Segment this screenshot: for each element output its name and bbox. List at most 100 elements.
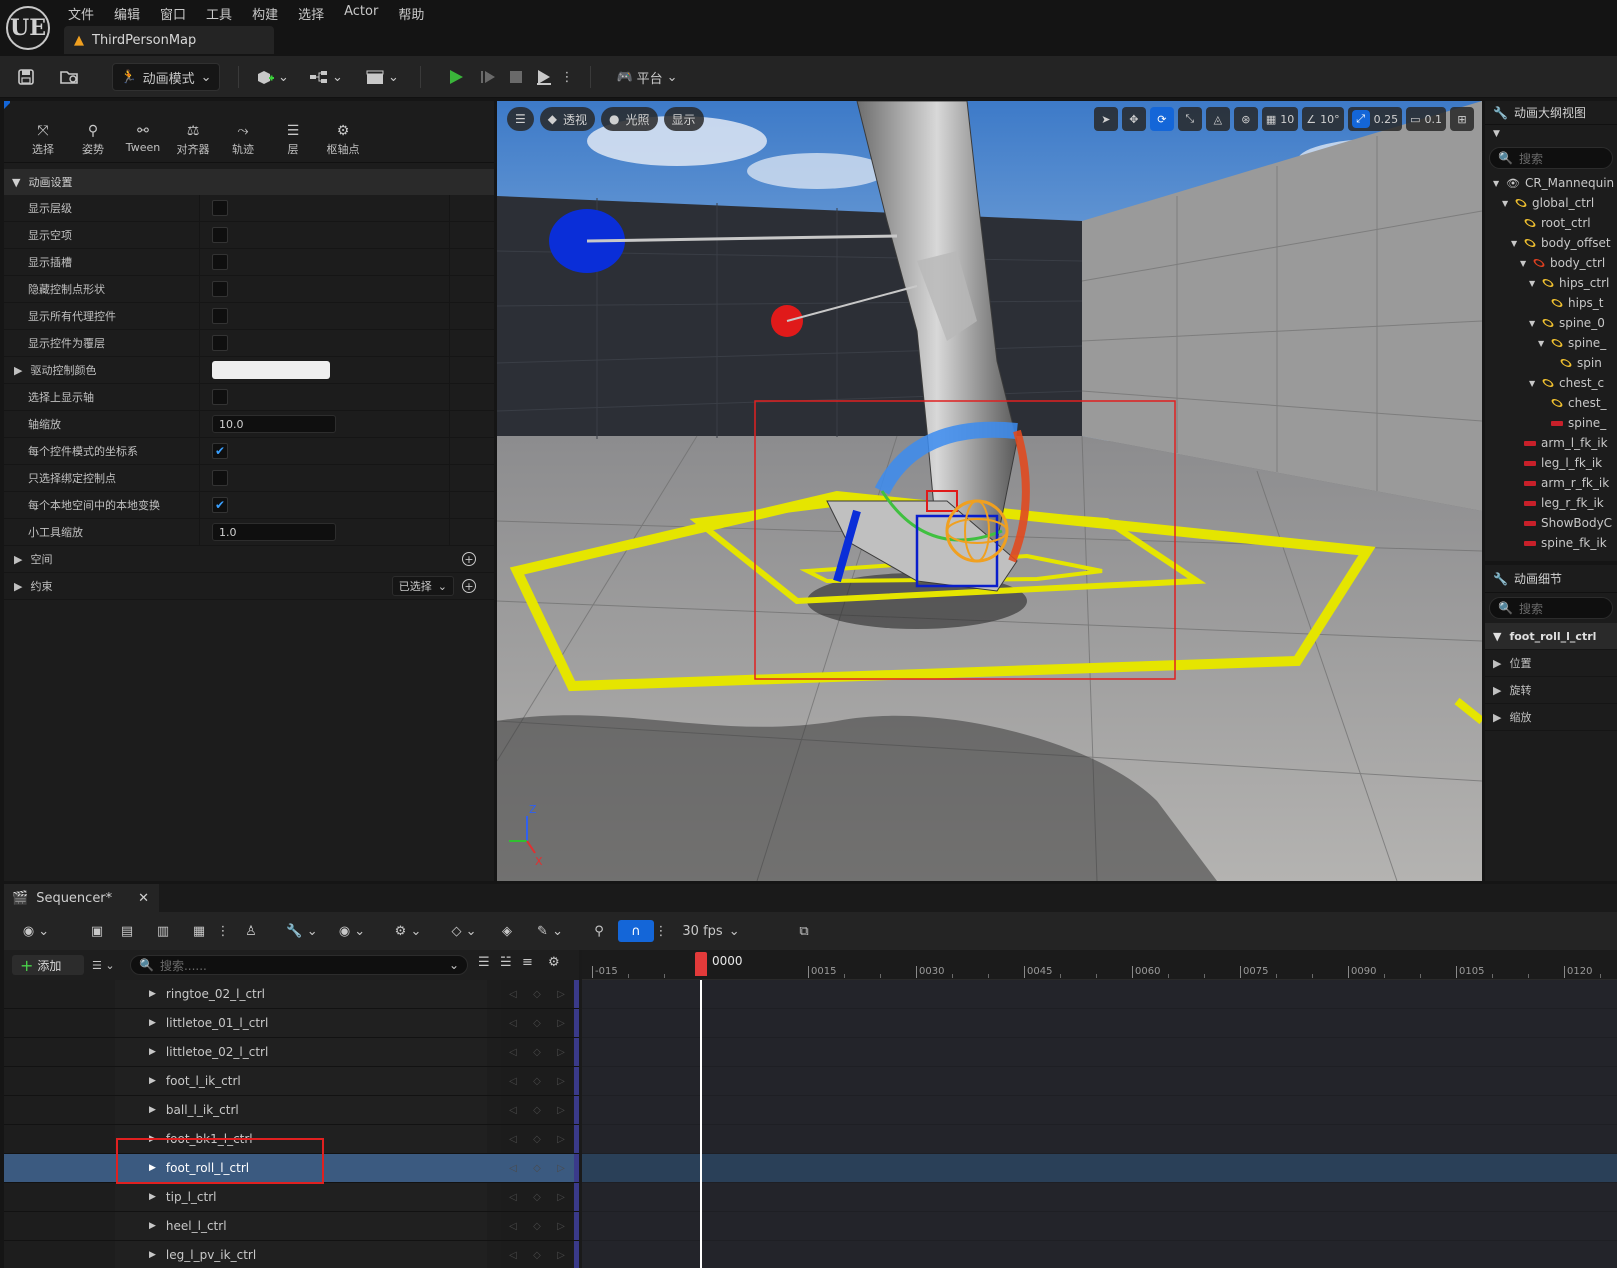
play-icon[interactable] xyxy=(444,63,468,91)
track-row[interactable]: ▶ tip_l_ctrl ◁ ◇ ▷ xyxy=(4,1183,579,1212)
track-search-input[interactable]: 🔍 搜索...... ⌄ xyxy=(130,955,468,975)
checkbox[interactable]: ✔ xyxy=(212,443,228,459)
platform-dropdown[interactable]: 🎮 平台 ⌄ xyxy=(612,63,682,91)
outliner-item[interactable]: ▼ hips_ctrl xyxy=(1485,273,1617,293)
timeline-row[interactable] xyxy=(582,1241,1617,1268)
checkbox[interactable] xyxy=(212,254,228,270)
world-space-icon[interactable]: ⊛ xyxy=(1233,107,1258,131)
browse-icon[interactable]: ▤ xyxy=(116,920,138,942)
next-key-icon[interactable]: ▷ xyxy=(557,1105,565,1116)
playback-dropdown[interactable]: ⚙ ⌄ xyxy=(388,920,428,942)
prev-key-icon[interactable]: ◁ xyxy=(509,989,517,1000)
prev-key-icon[interactable]: ◁ xyxy=(509,1018,517,1029)
blueprint-dropdown[interactable]: ⌄ xyxy=(306,63,346,91)
checkbox[interactable] xyxy=(212,200,228,216)
menu-item[interactable]: 选择 xyxy=(288,2,334,25)
next-key-icon[interactable]: ▷ xyxy=(557,1134,565,1145)
menu-item[interactable]: 窗口 xyxy=(150,2,196,25)
expand-arrow-icon[interactable]: ▶ xyxy=(149,1192,156,1202)
outliner-item[interactable]: spine_ xyxy=(1485,413,1617,433)
translate-icon[interactable]: ✥ xyxy=(1121,107,1146,131)
add-track-button[interactable]: + 添加 xyxy=(12,955,84,975)
add-actor-dropdown[interactable]: ⌄ xyxy=(252,63,292,91)
outliner-item[interactable]: ShowBodyC xyxy=(1485,513,1617,533)
tool-pivot[interactable]: ⚙ 枢轴点 xyxy=(318,123,368,162)
expand-arrow-icon[interactable]: ▶ xyxy=(149,1047,156,1057)
next-key-icon[interactable]: ▷ xyxy=(557,1047,565,1058)
number-field[interactable]: 1.0 xyxy=(212,523,336,541)
outliner-item[interactable]: leg_l_fk_ik xyxy=(1485,453,1617,473)
rotation-snap-button[interactable]: ∠ 10° xyxy=(1302,107,1344,131)
perspective-button[interactable]: ◆ 透视 xyxy=(539,107,596,131)
menu-item[interactable]: 文件 xyxy=(58,2,104,25)
outliner-item[interactable]: spine_fk_ik xyxy=(1485,533,1617,553)
track-row[interactable]: ▶ leg_l_pv_ik_ctrl ◁ ◇ ▷ xyxy=(4,1241,579,1268)
next-key-icon[interactable]: ▷ xyxy=(557,1018,565,1029)
prev-key-icon[interactable]: ◁ xyxy=(509,1192,517,1203)
tool-trail[interactable]: ⤳ 轨迹 xyxy=(218,123,268,162)
prev-key-icon[interactable]: ◁ xyxy=(509,1076,517,1087)
camera-speed-button[interactable]: ▭ 0.1 xyxy=(1406,107,1446,131)
curve-editor-icon[interactable]: ⧉ xyxy=(792,920,816,942)
track-row[interactable]: ▶ ball_l_ik_ctrl ◁ ◇ ▷ xyxy=(4,1096,579,1125)
settings-gear-icon[interactable]: ⚙ xyxy=(548,955,560,970)
control-name-header[interactable]: ▼ foot_roll_l_ctrl xyxy=(1485,623,1617,650)
eject-icon[interactable] xyxy=(532,63,556,91)
checkbox[interactable] xyxy=(212,389,228,405)
camera-track-icon[interactable]: ▥ xyxy=(152,920,174,942)
add-key-icon[interactable]: ◇ xyxy=(533,1163,541,1174)
outliner-item[interactable]: arm_l_fk_ik xyxy=(1485,433,1617,453)
timeline-row[interactable] xyxy=(582,1067,1617,1096)
timeline-row[interactable] xyxy=(582,1038,1617,1067)
pose-tool-icon[interactable]: ♙ xyxy=(240,920,262,942)
track-row[interactable]: ▶ littletoe_02_l_ctrl ◁ ◇ ▷ xyxy=(4,1038,579,1067)
tool-aligner[interactable]: ⚖ 对齐器 xyxy=(168,123,218,162)
outliner-item[interactable]: ▼ body_offset xyxy=(1485,233,1617,253)
track-row[interactable]: ▶ littletoe_01_l_ctrl ◁ ◇ ▷ xyxy=(4,1009,579,1038)
more-options-icon[interactable]: ⋮ xyxy=(217,920,230,942)
add-key-icon[interactable]: ◇ xyxy=(533,1192,541,1203)
rotate-icon[interactable]: ⟳ xyxy=(1149,107,1174,131)
space-row[interactable]: ▶ 空间 + xyxy=(4,546,494,573)
view-dropdown[interactable]: ◉ ⌄ xyxy=(332,920,372,942)
add-key-icon[interactable]: ◇ xyxy=(533,1134,541,1145)
playhead-handle[interactable] xyxy=(695,952,707,976)
more-options-icon[interactable]: ⋮ xyxy=(560,63,574,91)
expand-arrow-icon[interactable]: ▶ xyxy=(149,989,156,999)
outliner-item[interactable]: chest_ xyxy=(1485,393,1617,413)
expand-arrow-icon[interactable]: ▶ xyxy=(149,1076,156,1086)
prev-key-icon[interactable]: ◁ xyxy=(509,1105,517,1116)
level-tab[interactable]: ▲ ThirdPersonMap xyxy=(64,26,274,54)
color-swatch[interactable] xyxy=(212,361,330,379)
details-search-input[interactable]: 🔍 搜索 xyxy=(1489,597,1613,619)
add-key-icon[interactable]: ◇ xyxy=(533,1105,541,1116)
outliner-item[interactable]: ▼ global_ctrl xyxy=(1485,193,1617,213)
show-button[interactable]: 显示 xyxy=(663,107,704,131)
tool-pose[interactable]: ⚲ 姿势 xyxy=(68,123,118,162)
expand-arrow-icon[interactable]: ▶ xyxy=(14,364,22,377)
next-key-icon[interactable]: ▷ xyxy=(557,989,565,1000)
detail-section[interactable]: ▶ 旋转 xyxy=(1485,677,1617,704)
prev-key-icon[interactable]: ◁ xyxy=(509,1163,517,1174)
tools-dropdown[interactable]: 🔧 ⌄ xyxy=(282,920,322,942)
add-key-icon[interactable]: ◇ xyxy=(533,1076,541,1087)
filter-dropdown[interactable]: ☰ ⌄ xyxy=(92,955,124,975)
add-constraint-icon[interactable]: + xyxy=(462,579,476,593)
expand-arrow-icon[interactable]: ▶ xyxy=(149,1250,156,1260)
save-icon[interactable] xyxy=(14,63,38,91)
timeline-row[interactable] xyxy=(582,1096,1617,1125)
outliner-item[interactable]: arm_r_fk_ik xyxy=(1485,473,1617,493)
layout-icon[interactable]: ⊞ xyxy=(1450,107,1474,131)
outliner-search-input[interactable]: 🔍 搜索 xyxy=(1489,147,1613,169)
expand-arrow-icon[interactable]: ▶ xyxy=(149,1105,156,1115)
viewport-menu-button[interactable]: ☰ xyxy=(507,107,534,131)
level-viewport[interactable]: Z X ☰ ◆ 透视 ● 光照 显示 ➤ ✥ ⟳ ⤡ ◬ ⊛ ▦ 10 ∠ 10… xyxy=(497,101,1482,881)
menu-item[interactable]: 构建 xyxy=(242,2,288,25)
next-key-icon[interactable]: ▷ xyxy=(557,1250,565,1261)
outliner-item[interactable]: ▼ spine_0 xyxy=(1485,313,1617,333)
save-sequence-icon[interactable]: ▣ xyxy=(86,920,108,942)
outliner-item[interactable]: ▼ 👁 CR_Mannequin xyxy=(1485,173,1617,193)
track-row[interactable]: ▶ foot_l_ik_ctrl ◁ ◇ ▷ xyxy=(4,1067,579,1096)
snap-options-icon[interactable]: ⋮ xyxy=(655,920,668,942)
next-key-icon[interactable]: ▷ xyxy=(557,1076,565,1087)
